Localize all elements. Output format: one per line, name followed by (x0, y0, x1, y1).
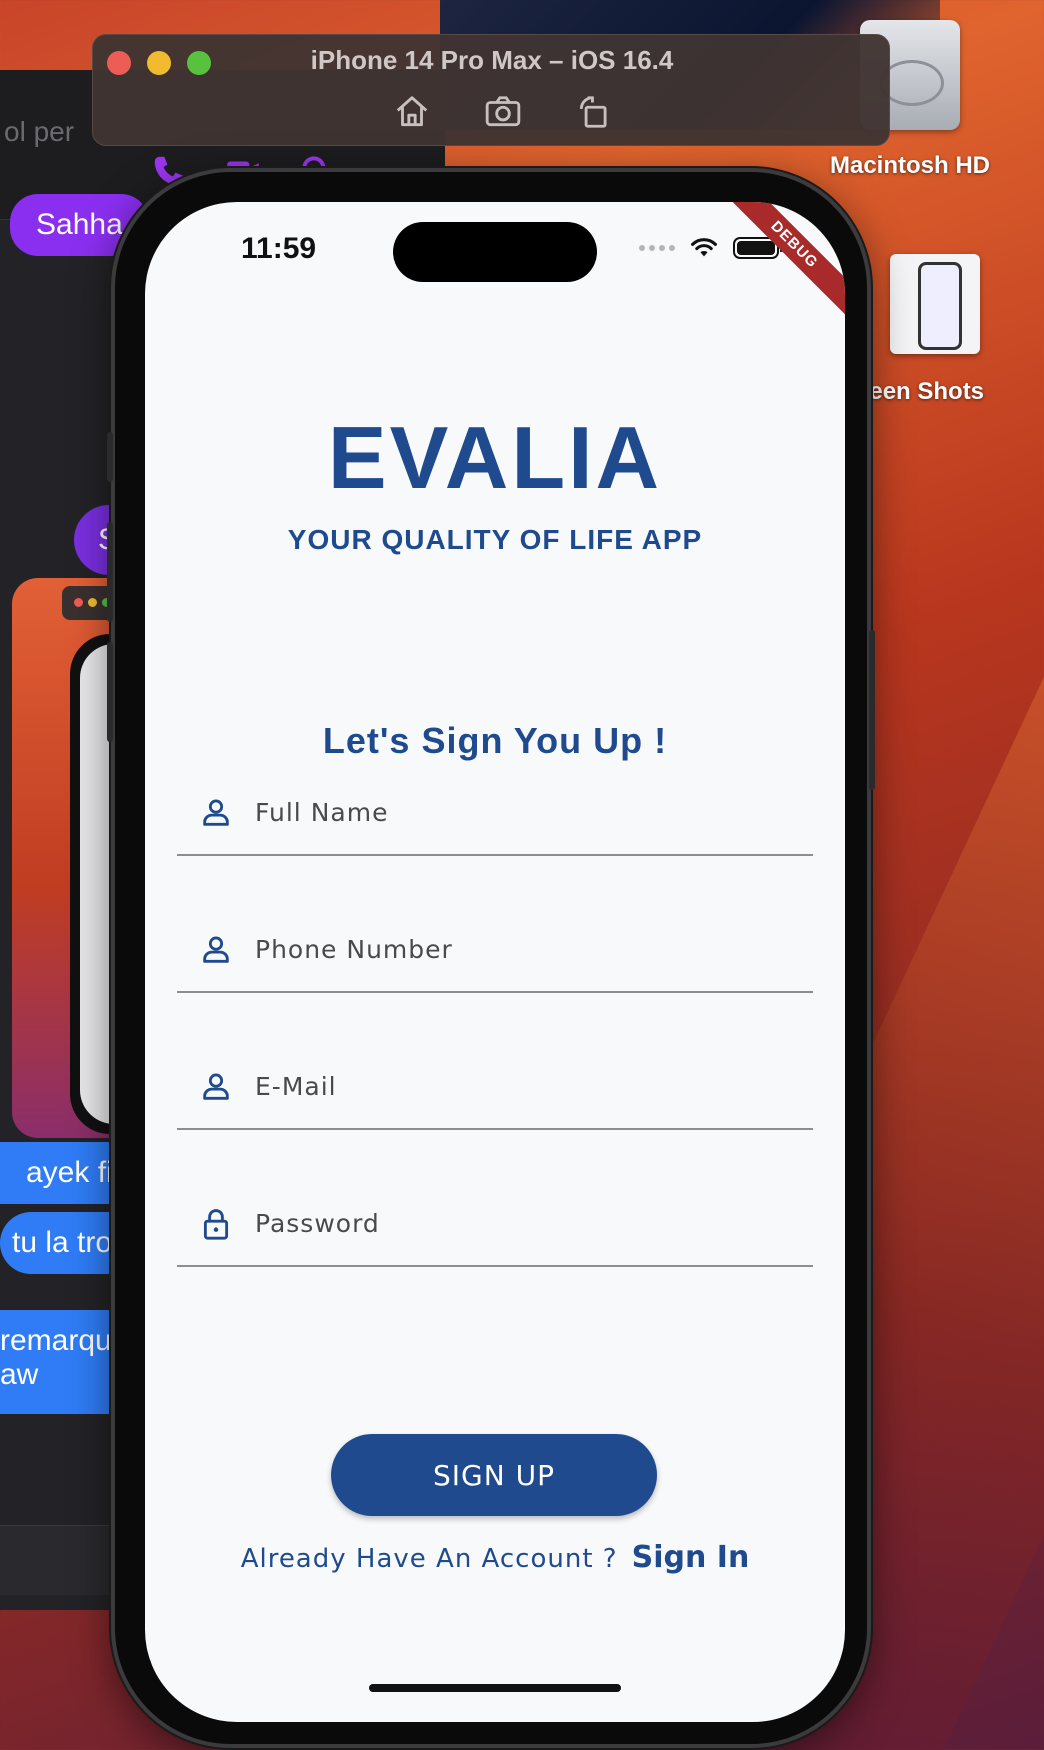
status-indicators (639, 236, 783, 260)
rotate-icon[interactable] (575, 93, 613, 131)
folder-screenshots-icon (890, 254, 980, 354)
power-button (869, 630, 875, 790)
simulator-toolbar (393, 93, 613, 131)
sign-in-link[interactable]: Sign In (632, 1540, 750, 1575)
phone-number-field[interactable] (177, 911, 813, 993)
desktop-icon-screen-shots[interactable]: reen Shots (860, 254, 1010, 406)
sign-in-prompt: Already Have An Account ? (240, 1544, 618, 1574)
email-input[interactable] (255, 1066, 795, 1106)
side-button (107, 432, 113, 482)
home-icon[interactable] (393, 93, 431, 131)
full-name-field[interactable] (177, 774, 813, 856)
sign-up-button[interactable]: SIGN UP (331, 1434, 657, 1516)
lock-icon (203, 1209, 229, 1240)
person-icon (203, 1073, 229, 1100)
volume-down-button (107, 642, 113, 742)
volume-up-button (107, 522, 113, 622)
brand-logo-text: EVALIA (327, 408, 663, 507)
status-time: 11:59 (241, 232, 317, 265)
person-icon (203, 936, 229, 963)
app-screen: 11:59 DEBUG EVALIA YOUR QUALITY OF LIFE … (145, 202, 845, 1722)
dynamic-island (393, 222, 597, 282)
iphone-device-frame: 11:59 DEBUG EVALIA YOUR QUALITY OF LIFE … (107, 168, 875, 1748)
desktop-icon-label: reen Shots (860, 378, 985, 405)
simulator-title: iPhone 14 Pro Max – iOS 16.4 (310, 45, 674, 75)
simulator-titlebar[interactable]: iPhone 14 Pro Max – iOS 16.4 (92, 34, 890, 146)
background-window-header-text: ol per (4, 116, 75, 147)
phone-number-input[interactable] (255, 929, 795, 969)
person-icon (203, 799, 229, 826)
page-title: Let's Sign You Up ! (322, 720, 668, 761)
wifi-icon (691, 238, 717, 257)
screenshot-icon[interactable] (484, 93, 522, 131)
email-field[interactable] (177, 1048, 813, 1130)
password-input[interactable] (255, 1203, 795, 1243)
brand-tagline: YOUR QUALITY OF LIFE APP (287, 524, 703, 555)
home-indicator[interactable] (369, 1684, 621, 1692)
cellular-signal-icon (639, 245, 675, 251)
password-field[interactable] (177, 1185, 813, 1267)
sign-in-row: Already Have An Account ? Sign In (145, 1540, 845, 1575)
full-name-input[interactable] (255, 792, 795, 832)
desktop-icon-label: Macintosh HD (829, 152, 990, 179)
